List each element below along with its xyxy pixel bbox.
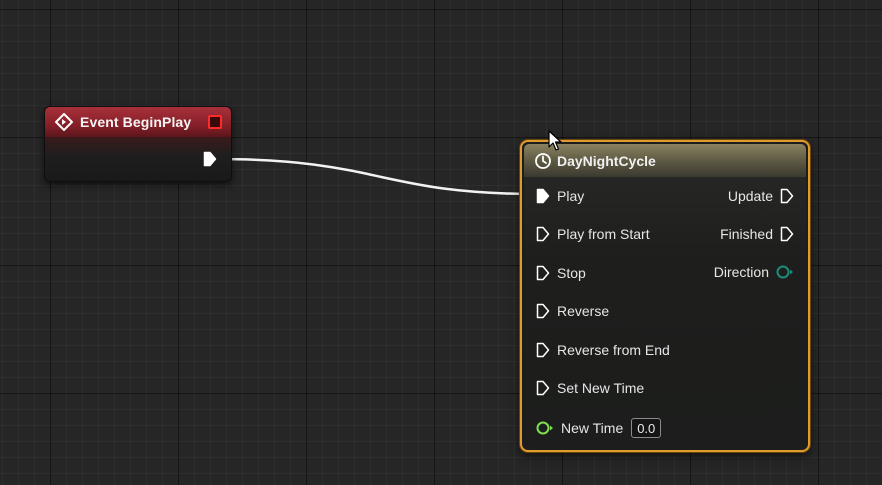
clock-icon (534, 152, 552, 170)
pin-row-reverse-from-end[interactable]: Reverse from End (536, 339, 670, 361)
pin-row-set-new-time[interactable]: Set New Time (536, 377, 644, 399)
timeline-node-body: Play Play from Start Stop Reverse Revers… (524, 177, 806, 447)
pin-label-play: Play (557, 188, 585, 204)
pin-row-play[interactable]: Play (536, 185, 584, 207)
event-node-title: Event BeginPlay (80, 114, 192, 130)
exec-in-pin-icon[interactable] (536, 380, 550, 396)
pin-row-stop[interactable]: Stop (536, 262, 586, 284)
pin-label-reverse: Reverse (557, 303, 610, 319)
pin-row-direction[interactable]: Direction (714, 261, 794, 283)
delegate-pin-icon[interactable] (208, 115, 222, 129)
exec-in-pin-icon[interactable] (536, 342, 550, 358)
pin-row-play-from-start[interactable]: Play from Start (536, 223, 650, 245)
blueprint-graph-canvas[interactable]: Event BeginPlay DayNightCycle Play Play … (0, 0, 882, 485)
enum-out-pin-icon[interactable] (776, 265, 794, 279)
pin-row-update[interactable]: Update (728, 185, 794, 207)
pin-label-play-from-start: Play from Start (557, 226, 650, 242)
exec-out-pin-icon[interactable] (780, 226, 794, 242)
new-time-value-field[interactable] (631, 418, 662, 438)
pin-label-set-new-time: Set New Time (557, 380, 645, 396)
mouse-cursor-icon (548, 130, 562, 151)
pin-label-update: Update (727, 188, 773, 204)
exec-in-pin-connected-icon[interactable] (536, 188, 550, 204)
float-in-pin-icon[interactable] (536, 421, 554, 435)
event-diamond-icon (55, 113, 73, 131)
timeline-node[interactable]: DayNightCycle Play Play from Start Stop … (520, 140, 810, 452)
pin-row-new-time[interactable]: New Time (536, 417, 662, 439)
exec-in-pin-icon[interactable] (536, 265, 550, 281)
exec-out-pin-icon[interactable] (203, 151, 217, 172)
pin-label-new-time: New Time (561, 420, 624, 436)
event-beginplay-node[interactable]: Event BeginPlay (44, 106, 232, 182)
pin-row-finished[interactable]: Finished (720, 223, 794, 245)
exec-out-pin-icon[interactable] (780, 188, 794, 204)
pin-label-reverse-from-end: Reverse from End (557, 342, 670, 358)
pin-row-reverse[interactable]: Reverse (536, 300, 609, 322)
event-node-header[interactable]: Event BeginPlay (45, 107, 231, 137)
pin-label-stop: Stop (557, 265, 586, 281)
pin-label-direction: Direction (713, 264, 769, 280)
timeline-node-header[interactable]: DayNightCycle (524, 144, 806, 177)
event-node-body (45, 137, 231, 181)
exec-in-pin-icon[interactable] (536, 226, 550, 242)
timeline-node-title: DayNightCycle (557, 152, 656, 169)
exec-in-pin-icon[interactable] (536, 303, 550, 319)
pin-label-finished: Finished (720, 226, 773, 242)
